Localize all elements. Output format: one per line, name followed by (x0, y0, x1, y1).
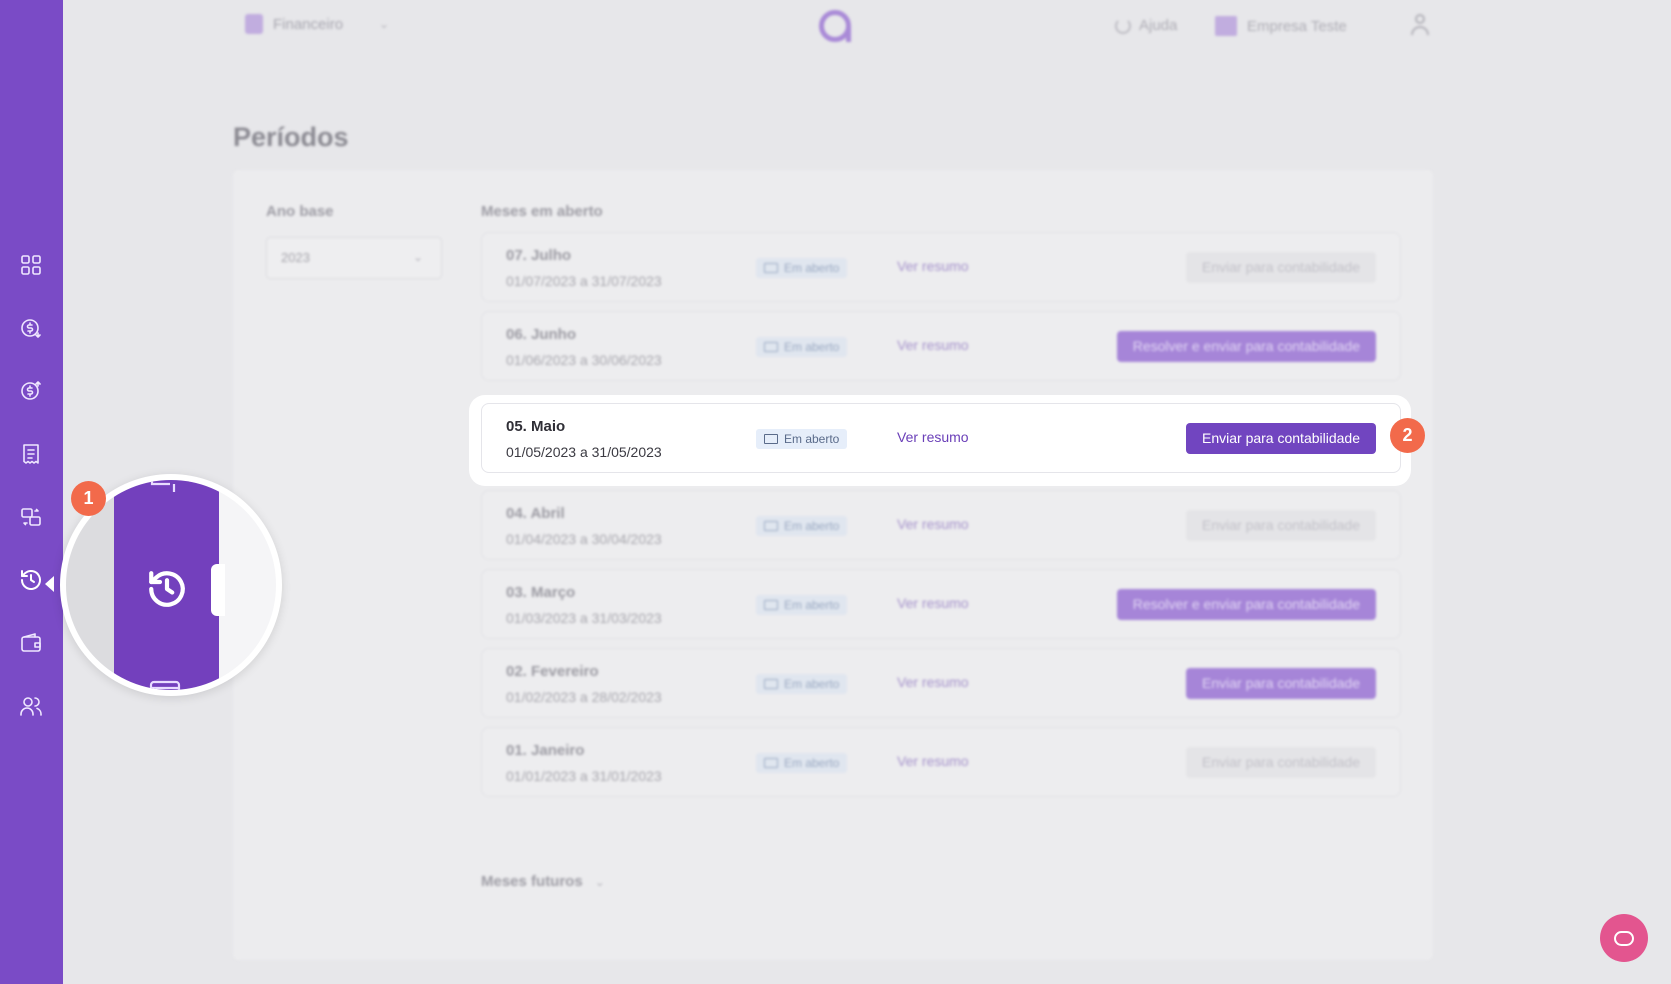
month-name: 05. Maio (506, 418, 566, 435)
month-dates: 01/03/2023 a 31/03/2023 (506, 610, 662, 626)
send-accounting-button[interactable]: Enviar para contabilidade (1186, 423, 1376, 454)
month-row: 03. Março 01/03/2023 a 31/03/2023 Em abe… (481, 569, 1401, 639)
month-name: 02. Fevereiro (506, 663, 599, 680)
send-accounting-button[interactable]: Enviar para contabilidade (1186, 510, 1376, 541)
month-dates: 01/06/2023 a 30/06/2023 (506, 352, 662, 368)
month-name: 01. Janeiro (506, 742, 585, 759)
help-icon (1115, 17, 1131, 34)
user-icon[interactable] (1409, 14, 1431, 36)
chat-icon (1614, 930, 1634, 946)
folder-open-icon (764, 342, 778, 352)
future-months-label: Meses futuros (481, 873, 583, 890)
month-name: 04. Abril (506, 505, 565, 522)
send-accounting-button[interactable]: Enviar para contabilidade (1186, 252, 1376, 283)
month-dates: 01/05/2023 a 31/05/2023 (506, 444, 662, 460)
future-months-toggle[interactable]: Meses futuros ⌄ (481, 873, 605, 890)
status-badge: Em aberto (756, 337, 848, 357)
module-label: Financeiro (273, 15, 344, 33)
view-summary-link[interactable]: Ver resumo (897, 595, 969, 611)
folder-open-icon (764, 679, 778, 689)
folder-open-icon (764, 521, 778, 531)
wallet-icon[interactable] (18, 630, 44, 656)
status-badge: Em aberto (756, 595, 848, 615)
document-icon (245, 14, 263, 34)
view-summary-link[interactable]: Ver resumo (897, 753, 969, 769)
money-in-icon[interactable] (18, 315, 44, 341)
dashboard-icon[interactable] (18, 252, 44, 278)
step-badge-1: 1 (71, 481, 106, 516)
month-dates: 01/04/2023 a 30/04/2023 (506, 531, 662, 547)
month-row-highlighted: 05. Maio 01/05/2023 a 31/05/2023 Em aber… (481, 403, 1401, 473)
history-icon[interactable] (18, 567, 44, 593)
transfer-icon[interactable] (18, 504, 44, 530)
view-summary-link[interactable]: Ver resumo (897, 516, 969, 532)
sidebar (0, 0, 63, 984)
step-badge-2: 2 (1390, 418, 1425, 453)
money-out-icon[interactable] (18, 378, 44, 404)
users-icon[interactable] (18, 693, 44, 719)
month-row: 04. Abril 01/04/2023 a 30/04/2023 Em abe… (481, 490, 1401, 560)
month-row: 07. Julho 01/07/2023 a 31/07/2023 Em abe… (481, 232, 1401, 302)
transfer-icon (148, 480, 182, 494)
month-name: 03. Março (506, 584, 576, 601)
chevron-down-icon: ⌄ (379, 17, 390, 31)
history-icon (146, 568, 188, 610)
open-months-label: Meses em aberto (481, 203, 603, 220)
receipt-icon[interactable] (18, 441, 44, 467)
chat-button[interactable] (1600, 914, 1648, 962)
page-title: Períodos (233, 122, 349, 152)
status-badge: Em aberto (756, 429, 848, 449)
month-dates: 01/02/2023 a 28/02/2023 (506, 689, 662, 705)
status-badge: Em aberto (756, 516, 848, 536)
month-row: 02. Fevereiro 01/02/2023 a 28/02/2023 Em… (481, 648, 1401, 718)
building-icon (1215, 16, 1237, 36)
module-selector[interactable]: Financeiro ⌄ (245, 14, 389, 34)
year-value: 2023 (281, 250, 310, 265)
month-row: 06. Junho 01/06/2023 a 30/06/2023 Em abe… (481, 311, 1401, 381)
month-row: 01. Janeiro 01/01/2023 a 31/01/2023 Em a… (481, 727, 1401, 797)
month-name: 06. Junho (506, 326, 577, 343)
company-label: Empresa Teste (1247, 17, 1347, 35)
active-pointer (45, 576, 54, 592)
send-accounting-button[interactable]: Enviar para contabilidade (1186, 747, 1376, 778)
year-select[interactable]: 2023 ⌄ (266, 237, 442, 279)
status-badge: Em aberto (756, 674, 848, 694)
view-summary-link[interactable]: Ver resumo (897, 674, 969, 690)
folder-open-icon (764, 434, 778, 444)
month-dates: 01/01/2023 a 31/01/2023 (506, 768, 662, 784)
brand-logo-icon (819, 10, 851, 42)
month-name: 07. Julho (506, 247, 572, 264)
month-dates: 01/07/2023 a 31/07/2023 (506, 273, 662, 289)
company-selector[interactable]: Empresa Teste (1215, 16, 1347, 36)
chevron-down-icon: ⌄ (594, 874, 605, 889)
view-summary-link[interactable]: Ver resumo (897, 429, 969, 445)
help-label: Ajuda (1139, 17, 1178, 34)
chevron-down-icon: ⌄ (412, 250, 423, 264)
folder-open-icon (764, 263, 778, 273)
status-badge: Em aberto (756, 258, 848, 278)
view-summary-link[interactable]: Ver resumo (897, 337, 969, 353)
send-accounting-button[interactable]: Enviar para contabilidade (1186, 668, 1376, 699)
status-badge: Em aberto (756, 753, 848, 773)
resolve-send-accounting-button[interactable]: Resolver e enviar para contabilidade (1116, 589, 1376, 620)
view-summary-link[interactable]: Ver resumo (897, 258, 969, 274)
top-header: Financeiro ⌄ Ajuda Empresa Teste (63, 0, 1671, 55)
wallet-icon (148, 676, 182, 690)
folder-open-icon (764, 600, 778, 610)
resolve-send-accounting-button[interactable]: Resolver e enviar para contabilidade (1116, 331, 1376, 362)
help-link[interactable]: Ajuda (1115, 17, 1177, 34)
folder-open-icon (764, 758, 778, 768)
year-label: Ano base (266, 203, 334, 220)
